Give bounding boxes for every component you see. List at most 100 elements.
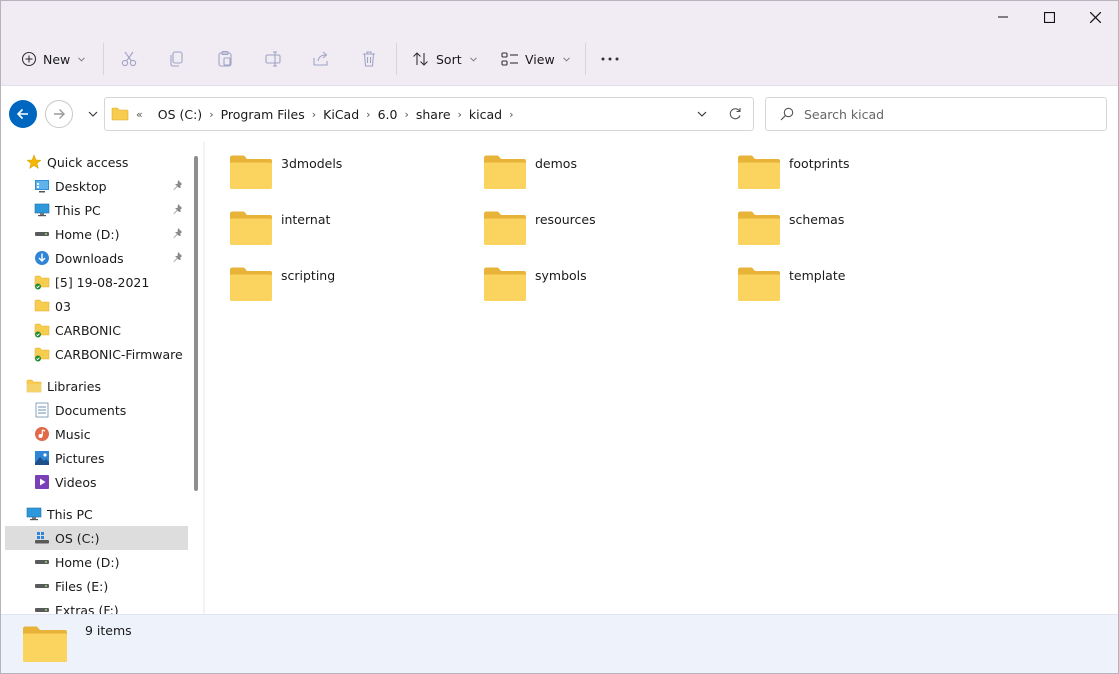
breadcrumb-item[interactable]: OS (C:)	[154, 107, 206, 122]
folder-icon	[111, 107, 129, 121]
sidebar-item-pictures[interactable]: Pictures	[33, 446, 188, 470]
sidebar-this-pc[interactable]: This PC	[25, 502, 188, 526]
sidebar-libraries[interactable]: Libraries	[25, 374, 188, 398]
sidebar-item-files-e[interactable]: Files (E:)	[33, 574, 188, 598]
pin-icon[interactable]	[172, 251, 184, 263]
pin-icon[interactable]	[172, 227, 184, 239]
sidebar-item-videos[interactable]: Videos	[33, 470, 188, 494]
sidebar-item-os-c[interactable]: OS (C:)	[5, 526, 188, 550]
sidebar-scrollbar[interactable]	[194, 156, 198, 491]
videos-icon	[33, 473, 51, 491]
address-history-icon[interactable]	[697, 111, 707, 117]
breadcrumb-separator-icon[interactable]: ›	[455, 108, 465, 121]
back-button[interactable]	[9, 100, 37, 128]
sidebar-item-home-d-drive[interactable]: Home (D:)	[33, 550, 188, 574]
folder-item-internat[interactable]: internat	[229, 210, 469, 258]
sidebar-item-downloads[interactable]: Downloads	[33, 246, 188, 270]
folder-item-scripting[interactable]: scripting	[229, 266, 469, 314]
folder-item-symbols[interactable]: symbols	[483, 266, 723, 314]
pin-icon[interactable]	[172, 203, 184, 215]
navigation-pane: Quick access Desktop This PC Home (D:) D…	[1, 142, 201, 614]
sidebar-item-this-pc-pinned[interactable]: This PC	[33, 198, 188, 222]
refresh-icon[interactable]	[728, 107, 742, 121]
windows-drive-icon	[33, 529, 51, 547]
breadcrumb-item[interactable]: share	[412, 107, 455, 122]
sort-button[interactable]: Sort	[412, 43, 477, 75]
toolbar-divider	[585, 43, 586, 75]
title-bar[interactable]	[1, 1, 1118, 33]
file-explorer-window: New Sort View « OS (C:) › Program Files …	[0, 0, 1119, 674]
sidebar-item-label: Music	[55, 426, 91, 442]
chevron-down-icon	[88, 111, 98, 117]
drive-icon	[33, 225, 51, 243]
documents-icon	[33, 401, 51, 419]
sidebar-item-folder-19-08-2021[interactable]: [5] 19-08-2021	[33, 270, 188, 294]
breadcrumb-separator-icon[interactable]: ›	[363, 108, 373, 121]
sidebar-item-home-d[interactable]: Home (D:)	[33, 222, 188, 246]
toolbar-divider	[103, 43, 104, 75]
pin-icon[interactable]	[172, 179, 184, 191]
sidebar-item-carbonic-firmware[interactable]: CARBONIC-Firmware	[33, 342, 188, 366]
view-button[interactable]: View	[501, 43, 570, 75]
paste-button[interactable]	[216, 43, 234, 75]
folder-item-3dmodels[interactable]: 3dmodels	[229, 154, 469, 202]
sidebar-quick-access[interactable]: Quick access	[25, 150, 201, 174]
arrow-right-icon	[54, 109, 65, 119]
new-label: New	[43, 51, 71, 67]
breadcrumb-item[interactable]: kicad	[465, 107, 506, 122]
breadcrumb-separator-icon[interactable]: ›	[506, 108, 516, 121]
breadcrumb-separator-icon[interactable]: ›	[309, 108, 319, 121]
breadcrumb-item[interactable]: KiCad	[319, 107, 363, 122]
music-icon	[33, 425, 51, 443]
folder-name: scripting	[281, 268, 336, 283]
breadcrumb-item[interactable]: 6.0	[374, 107, 402, 122]
drive-icon	[33, 577, 51, 595]
more-options-button[interactable]	[601, 43, 619, 75]
breadcrumb-separator-icon[interactable]: ›	[401, 108, 411, 121]
sidebar-section-label: This PC	[47, 506, 93, 522]
share-button[interactable]	[312, 43, 330, 75]
breadcrumb-separator-icon[interactable]: ›	[206, 108, 216, 121]
drive-icon	[33, 553, 51, 571]
sidebar-section-label: Quick access	[47, 154, 129, 170]
breadcrumb-item[interactable]: Program Files	[217, 107, 309, 122]
new-button[interactable]: New	[21, 43, 86, 75]
folder-item-footprints[interactable]: footprints	[737, 154, 977, 202]
maximize-button[interactable]	[1026, 1, 1072, 33]
folder-item-resources[interactable]: resources	[483, 210, 723, 258]
cut-button[interactable]	[120, 43, 138, 75]
chevron-down-icon	[78, 56, 86, 62]
folder-item-demos[interactable]: demos	[483, 154, 723, 202]
sidebar-item-label: Files (E:)	[55, 578, 109, 594]
minimize-button[interactable]	[980, 1, 1026, 33]
search-box[interactable]	[765, 97, 1107, 131]
folder-item-template[interactable]: template	[737, 266, 977, 314]
more-icon	[601, 57, 619, 61]
breadcrumb-overflow[interactable]: «	[133, 108, 146, 121]
search-input[interactable]	[802, 105, 1086, 123]
recent-locations-button[interactable]	[79, 100, 107, 128]
folder-icon	[484, 211, 526, 245]
folder-icon	[738, 267, 780, 301]
folder-icon	[23, 626, 67, 662]
sidebar-item-carbonic[interactable]: CARBONIC	[33, 318, 188, 342]
close-button[interactable]	[1072, 1, 1118, 33]
view-label: View	[525, 51, 555, 67]
synced-folder-icon	[33, 321, 51, 339]
folder-name: resources	[535, 212, 596, 227]
delete-button[interactable]	[360, 43, 378, 75]
search-icon	[780, 107, 794, 121]
folder-icon	[230, 211, 272, 245]
sidebar-item-folder-03[interactable]: 03	[33, 294, 188, 318]
address-bar[interactable]: « OS (C:) › Program Files › KiCad › 6.0 …	[104, 97, 754, 131]
sidebar-item-extras-f[interactable]: Extras (F:)	[33, 598, 188, 614]
folder-icon	[33, 297, 51, 315]
copy-button[interactable]	[168, 43, 186, 75]
sidebar-item-documents[interactable]: Documents	[33, 398, 188, 422]
sidebar-item-music[interactable]: Music	[33, 422, 188, 446]
rename-button[interactable]	[264, 43, 282, 75]
arrow-left-icon	[16, 108, 28, 120]
forward-button[interactable]	[45, 100, 73, 128]
sidebar-item-desktop[interactable]: Desktop	[33, 174, 188, 198]
folder-item-schemas[interactable]: schemas	[737, 210, 977, 258]
